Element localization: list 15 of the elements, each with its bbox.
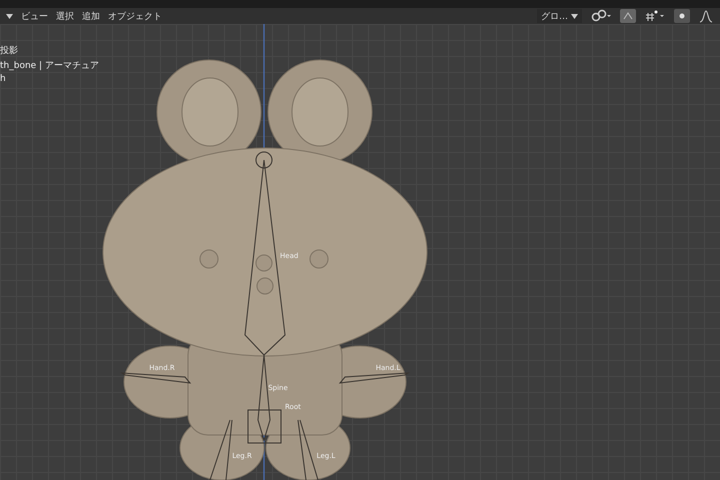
viewport-info-text: h <box>0 74 7 84</box>
caret-icon[interactable] <box>6 14 13 18</box>
orientation-dropdown[interactable]: グロ… <box>537 9 582 23</box>
link-icon[interactable] <box>590 9 612 23</box>
proportional-edit-icon[interactable] <box>674 9 690 23</box>
increment-icon[interactable] <box>644 9 666 23</box>
menu-item[interactable]: 追加 <box>82 10 100 22</box>
menu-item[interactable]: 選択 <box>56 10 74 22</box>
menu-item[interactable]: オブジェクト <box>108 10 162 22</box>
falloff-curve-icon[interactable] <box>698 9 714 23</box>
snap-icon[interactable] <box>620 9 636 23</box>
viewport-info-text: 投影 <box>0 44 19 57</box>
menu-item[interactable]: ビュー <box>21 10 48 22</box>
caret-icon <box>571 14 578 18</box>
viewport-info-text: th_bone | アーマチュア <box>0 60 99 72</box>
